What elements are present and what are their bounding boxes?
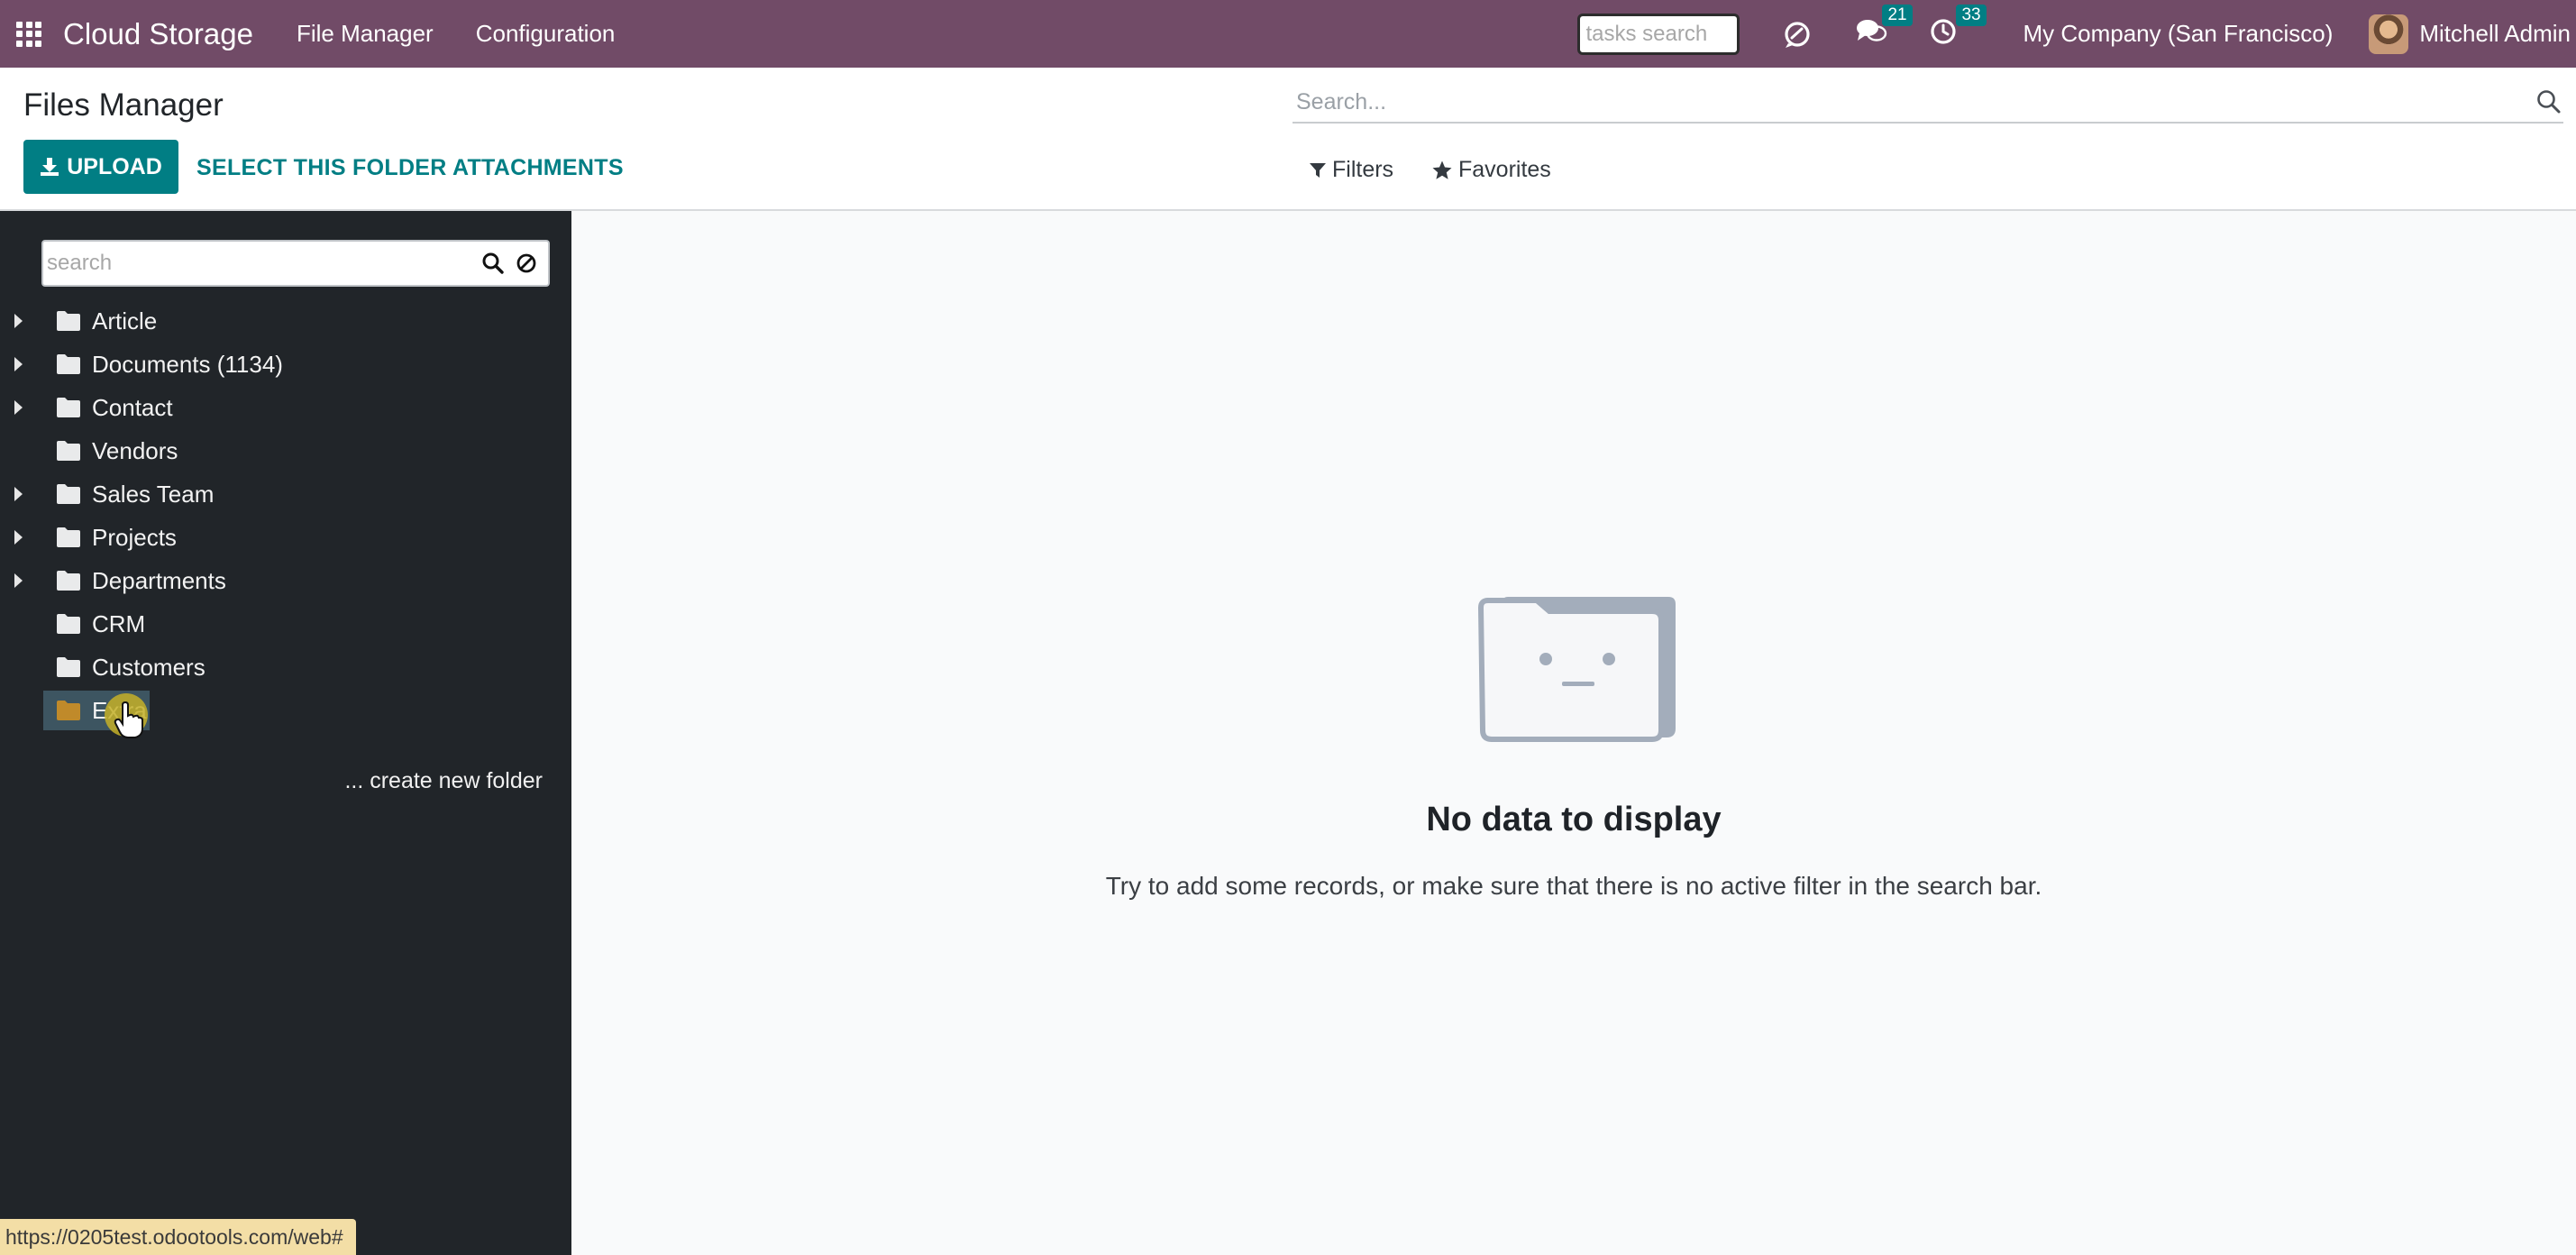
status-url-tooltip: https://0205test.odootools.com/web#: [0, 1219, 356, 1255]
user-menu[interactable]: Mitchell Admin: [2369, 14, 2571, 54]
user-name: Mitchell Admin: [2419, 20, 2571, 47]
search-input[interactable]: [1293, 88, 2536, 115]
folder-label: Contact: [92, 393, 173, 421]
expand-caret-icon[interactable]: [14, 573, 23, 588]
upload-button[interactable]: UPLOAD: [23, 140, 178, 194]
folder-search-input[interactable]: [43, 242, 481, 285]
messages-count-badge: 21: [1882, 5, 1913, 26]
folder-icon: [57, 398, 80, 417]
folder-label: Projects: [92, 523, 177, 551]
page-title: Files Manager: [23, 87, 224, 123]
empty-state-help: Try to add some records, or make sure th…: [1105, 872, 2042, 900]
control-panel: Files Manager UPLOAD SELECT THIS FOLDER …: [0, 68, 2576, 211]
folder-item-documents[interactable]: Documents (1134): [0, 343, 571, 386]
folder-icon: [57, 484, 80, 504]
menu-file-manager[interactable]: File Manager: [297, 20, 434, 48]
folder-item-vendors[interactable]: Vendors: [0, 429, 571, 472]
folder-label: Departments: [92, 566, 226, 594]
tasks-search-input[interactable]: [1577, 13, 1740, 55]
menu-configuration[interactable]: Configuration: [476, 20, 616, 48]
empty-state-title: No data to display: [1426, 801, 1722, 838]
folder-item-projects[interactable]: Projects: [0, 516, 571, 559]
folders-sidebar: Article Documents (1134) Contact Vendors…: [0, 211, 571, 1255]
favorites-dropdown[interactable]: Favorites: [1431, 157, 1551, 183]
search-icon[interactable]: [2536, 89, 2562, 115]
folder-item-crm[interactable]: CRM: [0, 602, 571, 646]
avatar: [2369, 14, 2409, 54]
download-icon: [41, 158, 59, 176]
folder-item-sales-team[interactable]: Sales Team: [0, 472, 571, 516]
folder-icon: [57, 311, 80, 331]
expand-caret-icon[interactable]: [14, 400, 23, 415]
folder-item-article[interactable]: Article: [0, 299, 571, 343]
empty-folder-illustration: [1477, 597, 1676, 742]
search-icon[interactable]: [481, 252, 505, 275]
folder-tree: Article Documents (1134) Contact Vendors…: [0, 299, 571, 738]
company-switcher[interactable]: My Company (San Francisco): [2023, 20, 2333, 48]
star-icon: [1432, 160, 1452, 179]
hand-pointer-icon: [114, 701, 143, 738]
filters-label: Filters: [1332, 157, 1394, 182]
folder-label: Vendors: [92, 436, 178, 464]
expand-caret-icon[interactable]: [14, 530, 23, 545]
folder-icon: [57, 354, 80, 374]
apps-grid-icon[interactable]: [16, 21, 41, 47]
navbar-systray: 21 33 My Company (San Francisco) Mitchel…: [1577, 0, 2576, 68]
app-brand[interactable]: Cloud Storage: [63, 17, 253, 51]
messages-button[interactable]: 21: [1855, 5, 1913, 50]
expand-caret-icon[interactable]: [14, 314, 23, 328]
folder-icon: [57, 657, 80, 677]
clock-icon: [1929, 17, 1958, 50]
filter-icon: [1310, 162, 1326, 178]
folder-item-extra[interactable]: Extra: [0, 689, 571, 738]
activities-count-badge: 33: [1956, 5, 1987, 26]
clear-search-icon[interactable]: [516, 252, 537, 274]
top-navbar: Cloud Storage File Manager Configuration…: [0, 0, 2576, 68]
folder-label: CRM: [92, 609, 146, 637]
main-content: No data to display Try to add some recor…: [571, 211, 2576, 1255]
favorites-label: Favorites: [1458, 157, 1551, 182]
folder-item-contact[interactable]: Contact: [0, 386, 571, 429]
main-search-bar: [1293, 82, 2563, 124]
folder-search-box: [41, 240, 550, 287]
folder-icon: [57, 527, 80, 547]
folder-item-customers[interactable]: Customers: [0, 646, 571, 689]
folder-label: Documents (1134): [92, 350, 283, 378]
folder-item-departments[interactable]: Departments: [0, 559, 571, 602]
expand-caret-icon[interactable]: [14, 357, 23, 371]
folder-icon: [57, 614, 80, 634]
folder-label: Article: [92, 307, 158, 334]
refresh-icon[interactable]: [1781, 18, 1813, 50]
activities-button[interactable]: 33: [1929, 5, 1987, 50]
create-new-folder-link[interactable]: ... create new folder: [344, 768, 543, 794]
upload-button-label: UPLOAD: [67, 153, 162, 179]
folder-open-icon: [57, 701, 80, 720]
filters-dropdown[interactable]: Filters: [1309, 157, 1393, 183]
select-folder-attachments-button[interactable]: SELECT THIS FOLDER ATTACHMENTS: [196, 155, 624, 181]
folder-icon: [57, 571, 80, 591]
expand-caret-icon[interactable]: [14, 487, 23, 501]
folder-icon: [57, 441, 80, 461]
folder-label: Sales Team: [92, 480, 215, 508]
folder-label: Customers: [92, 653, 206, 681]
